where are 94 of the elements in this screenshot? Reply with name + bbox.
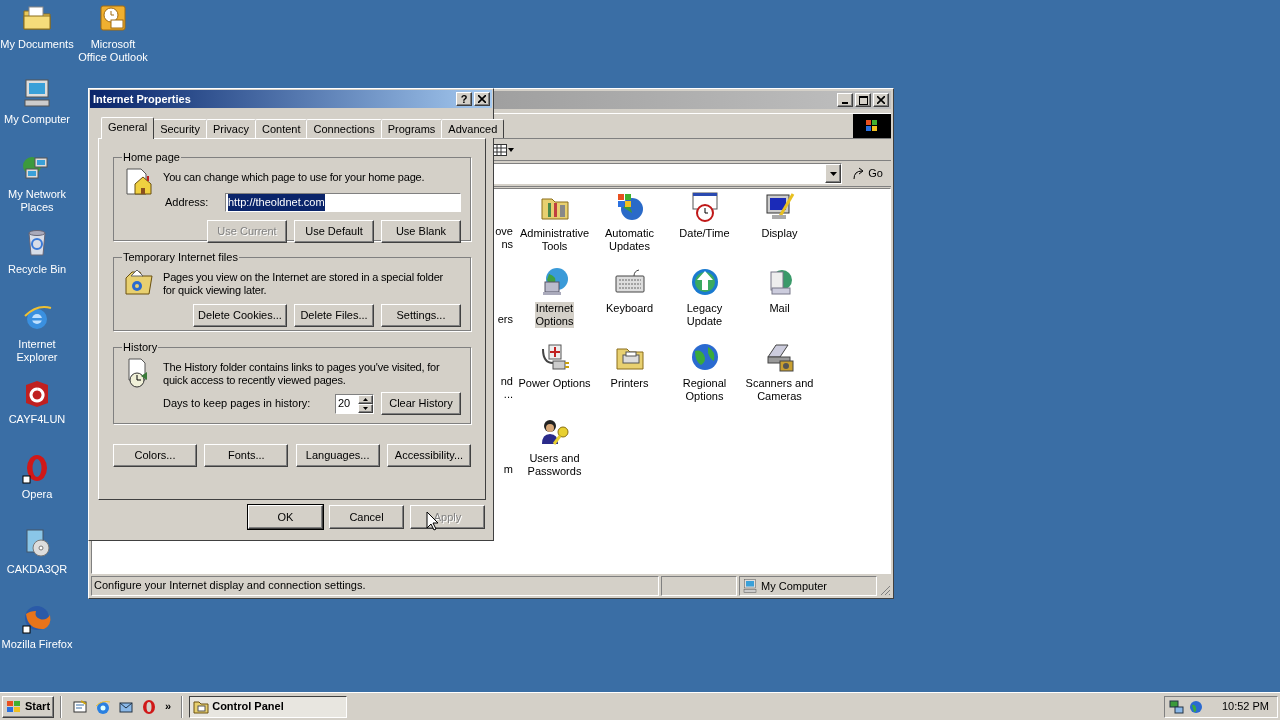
- more-button[interactable]: »: [165, 698, 172, 715]
- group-label: Temporary Internet files: [122, 250, 239, 265]
- desktop-icon-label[interactable]: Microsoft Office Outlook: [78, 38, 148, 64]
- desktop-icon-label[interactable]: CAKDA3QR: [6, 563, 68, 576]
- clock: 10:52 PM: [1221, 699, 1270, 715]
- desktop-icon-label[interactable]: My Computer: [4, 113, 70, 126]
- icon-label-fragment[interactable]: nd: [500, 375, 513, 388]
- icon-label-fragment[interactable]: ove: [495, 225, 513, 238]
- button[interactable]: Colors...: [113, 444, 197, 467]
- icon-label-fragment[interactable]: ns: [501, 238, 513, 251]
- control-panel-item[interactable]: Power Options: [517, 377, 592, 390]
- spinner-value: 20: [337, 396, 352, 412]
- control-panel-item[interactable]: Date/Time: [678, 227, 731, 240]
- spin-arrows-icon[interactable]: [358, 394, 373, 413]
- windows-logo: [853, 114, 891, 138]
- button[interactable]: Use Default: [294, 219, 374, 243]
- desktop-icon-label[interactable]: Mozilla Firefox: [1, 638, 73, 651]
- computer-icon: [742, 578, 758, 594]
- network-tray-icon[interactable]: [1169, 698, 1185, 715]
- close-icon: [478, 95, 486, 103]
- button[interactable]: Clear History: [381, 392, 461, 415]
- desktop-icon-label[interactable]: My Documents: [0, 38, 74, 51]
- globe-tray-icon[interactable]: [1188, 698, 1204, 715]
- control-panel-item[interactable]: Printers: [609, 377, 650, 390]
- show-desktop-icon[interactable]: [72, 698, 89, 715]
- tab[interactable]: Privacy: [205, 119, 256, 138]
- start-button[interactable]: Start: [2, 695, 55, 718]
- control-panel-item[interactable]: Users and Passwords: [526, 452, 583, 478]
- field-label: Address:: [164, 195, 210, 211]
- description-text: Pages you view on the Internet are stored in a special folder for quick viewing later.: [163, 269, 445, 297]
- home-page-icon: [123, 165, 155, 198]
- button[interactable]: Settings...: [381, 303, 461, 327]
- control-panel-item[interactable]: Display: [760, 227, 799, 240]
- tab[interactable]: Connections: [306, 119, 382, 138]
- button[interactable]: Cancel: [329, 505, 404, 529]
- desktop-icon-label[interactable]: My Network Places: [7, 188, 67, 214]
- status-text: Configure your Internet display and connection settings.: [91, 576, 659, 596]
- control-panel-item[interactable]: Automatic Updates: [604, 227, 655, 253]
- o-ring-icon[interactable]: [141, 698, 158, 715]
- button[interactable]: Delete Files...: [294, 303, 374, 327]
- field-label: Days to keep pages in history:: [163, 396, 312, 412]
- control-panel-item[interactable]: Mail: [768, 302, 791, 315]
- maximize-icon: [858, 95, 868, 105]
- button: Use Current: [207, 219, 287, 243]
- caret-icon: [829, 171, 837, 176]
- address-field[interactable]: [493, 163, 843, 184]
- icon-label-fragment[interactable]: m: [503, 463, 513, 476]
- window-title: Internet Properties: [93, 91, 192, 107]
- button: Apply: [410, 505, 485, 529]
- e-globe-icon[interactable]: [95, 698, 112, 715]
- group-label: Home page: [122, 150, 181, 165]
- desktop-icon-label[interactable]: Recycle Bin: [7, 263, 67, 276]
- desktop-icon-label[interactable]: Opera: [21, 488, 53, 501]
- button[interactable]: Use Blank: [381, 219, 461, 243]
- description-text: You can change which page to use for your home page.: [163, 169, 426, 184]
- button[interactable]: Accessibility...: [387, 444, 471, 467]
- icon-label-fragment[interactable]: ers: [497, 313, 513, 326]
- clock-envelope-icon: [97, 2, 129, 34]
- control-panel-item[interactable]: Scanners and Cameras: [744, 377, 815, 403]
- tab[interactable]: Advanced: [441, 119, 505, 138]
- desktop-icon-label[interactable]: CAYF4LUN: [8, 413, 66, 426]
- tab[interactable]: Programs: [380, 119, 443, 138]
- description-text: The History folder contains links to pages you've visited, for quick access to recently viewed pages.: [163, 359, 441, 387]
- taskbar-button[interactable]: Control Panel: [189, 695, 348, 718]
- control-panel-item[interactable]: Keyboard: [604, 302, 655, 315]
- group-label: History: [122, 340, 159, 355]
- close-button[interactable]: [474, 92, 490, 106]
- status-zone: My Computer: [761, 578, 828, 594]
- close-button[interactable]: [873, 93, 889, 107]
- desktop-icon-label[interactable]: Internet Explorer: [16, 338, 58, 364]
- windows-flag-icon: [6, 699, 22, 714]
- icon-label-fragment[interactable]: ...: [503, 388, 513, 401]
- minimize-button[interactable]: [837, 93, 853, 107]
- button[interactable]: Languages...: [295, 444, 380, 467]
- tab[interactable]: Content: [254, 119, 308, 138]
- tab[interactable]: General: [101, 117, 155, 139]
- go-button[interactable]: Go: [848, 162, 887, 185]
- control-panel-item[interactable]: Regional Options: [681, 377, 728, 403]
- control-panel-item[interactable]: Administrative Tools: [518, 227, 591, 253]
- button[interactable]: Fonts...: [204, 444, 289, 467]
- computer-icon: [21, 77, 53, 109]
- folder-icon: [193, 698, 210, 715]
- address-input-field[interactable]: http://theoldnet.com: [225, 193, 461, 212]
- help-button[interactable]: ?: [456, 92, 472, 106]
- days-spinner[interactable]: 20: [335, 393, 374, 414]
- button[interactable]: OK: [248, 505, 323, 529]
- dropdown-button[interactable]: [825, 164, 842, 183]
- control-panel-item[interactable]: Internet Options: [534, 302, 575, 328]
- maximize-button[interactable]: [855, 93, 871, 107]
- button[interactable]: Delete Cookies...: [193, 303, 287, 327]
- tab[interactable]: Security: [153, 119, 207, 138]
- close-icon: [877, 96, 885, 104]
- resize-grip[interactable]: [879, 584, 891, 596]
- control-panel-item[interactable]: Legacy Update: [685, 302, 724, 328]
